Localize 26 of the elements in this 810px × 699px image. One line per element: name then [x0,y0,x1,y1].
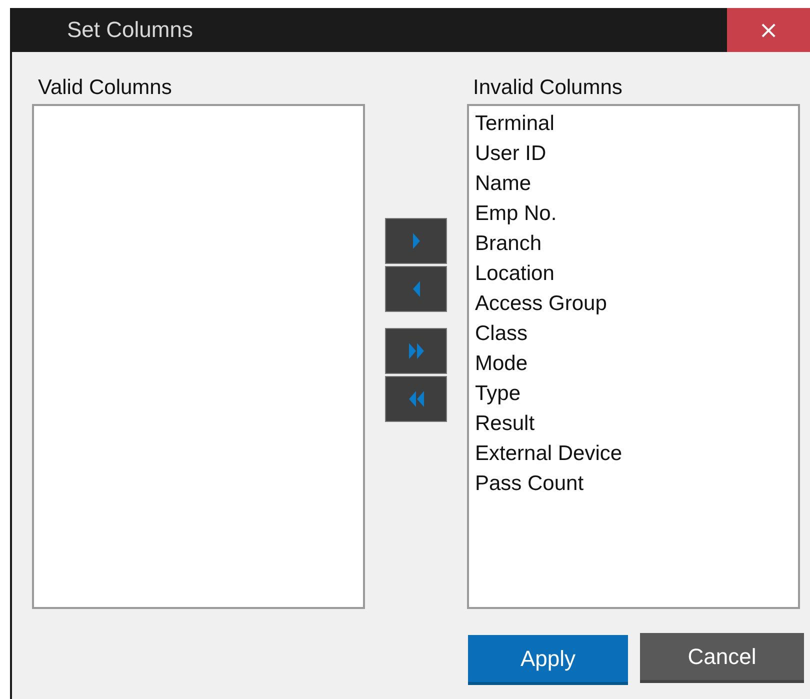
list-item[interactable]: Emp No. [475,199,792,229]
list-item[interactable]: Mode [475,349,792,379]
move-button[interactable] [385,218,447,264]
list-item[interactable]: Branch [475,229,792,259]
invalid-columns-list[interactable]: Terminal User ID Name Emp No. Branch Location Access Group Class Mode Type Result External Device Pass Count [467,104,800,609]
list-item[interactable]: Access Group [475,289,792,319]
cancel-button[interactable]: Cancel [640,633,804,683]
move-button[interactable] [385,328,447,374]
list-label: Valid Columns [37,75,173,101]
list-item[interactable]: Class [475,319,792,349]
list-item[interactable]: Pass Count [475,469,792,499]
list-item[interactable]: Name [475,169,792,199]
apply-button[interactable]: Apply [468,635,628,685]
list-item[interactable]: External Device [475,439,792,469]
double-left-arrow-icon [408,389,424,409]
double-right-arrow-icon [408,341,424,361]
list-label: Invalid Columns [472,75,624,101]
move-button[interactable] [385,266,447,312]
list-item[interactable]: Terminal [475,109,792,139]
list-item[interactable]: User ID [475,139,792,169]
list-item[interactable]: Type [475,379,792,409]
window-title: Set Columns [67,17,193,43]
close-button[interactable]: × [727,8,810,52]
move-button[interactable] [385,376,447,422]
list-item[interactable]: Result [475,409,792,439]
list-item[interactable]: Location [475,259,792,289]
